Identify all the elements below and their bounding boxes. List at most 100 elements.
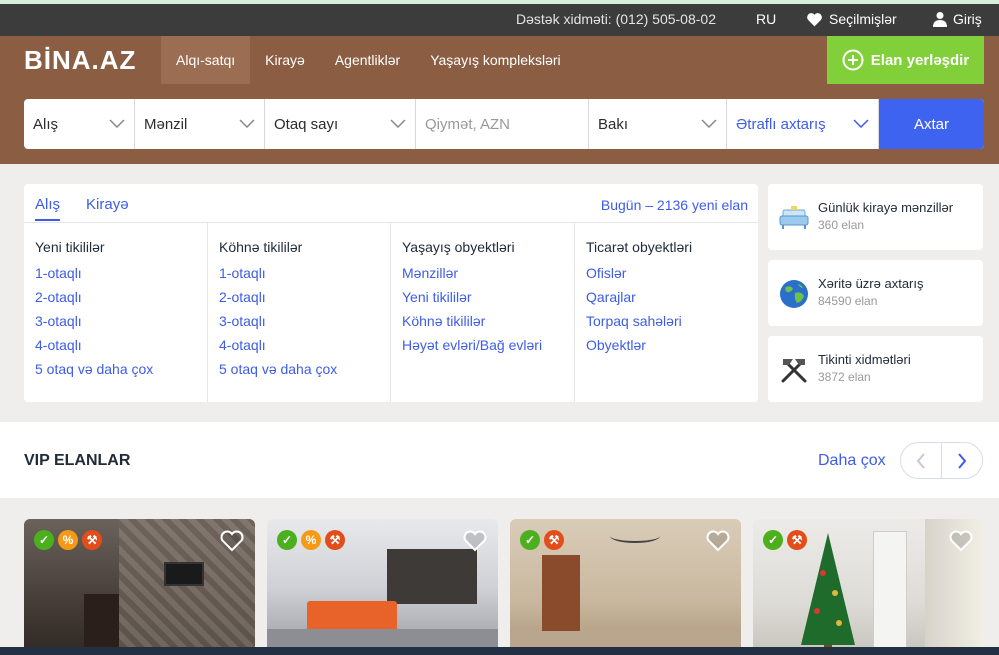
tools-icon <box>781 359 807 383</box>
favorites-link[interactable]: Seçilmişlər <box>806 11 897 27</box>
category-link[interactable]: 4-otaqlı <box>35 337 196 353</box>
plus-circle-icon <box>842 49 864 71</box>
advanced-search-toggle[interactable]: Ətraflı axtarış <box>727 99 879 149</box>
category-link[interactable]: Qarajlar <box>586 289 747 305</box>
prev-arrow-button[interactable] <box>901 443 941 478</box>
main-header: BİNA.AZ Alqı-satqı Kirayə Agentliklər Ya… <box>0 36 999 84</box>
category-column-old-buildings: Köhnə tikililər 1-otaqlı 2-otaqlı 3-otaq… <box>208 223 391 402</box>
category-link[interactable]: 5 otaq və daha çox <box>35 361 196 377</box>
category-link[interactable]: 3-otaqlı <box>219 313 379 329</box>
category-link[interactable]: 1-otaqlı <box>219 265 379 281</box>
vip-listing-card[interactable]: ✓ % ⚒ <box>24 519 255 655</box>
favorites-label: Seçilmişlər <box>829 11 897 27</box>
listing-photo-piano <box>84 594 119 655</box>
daily-rent-card[interactable]: Günlük kirayə mənzillər 360 elan <box>768 184 983 250</box>
listing-photo-wall-unit <box>387 549 477 604</box>
side-card-title: Günlük kirayə mənzillər <box>818 200 954 215</box>
category-link[interactable]: 2-otaqlı <box>219 289 379 305</box>
listing-badges: ✓ ⚒ <box>763 530 807 550</box>
nav-residential-complexes[interactable]: Yaşayış kompleksləri <box>415 36 575 84</box>
category-link[interactable]: Torpaq sahələri <box>586 313 747 329</box>
category-link[interactable]: Obyektlər <box>586 337 747 353</box>
chevron-down-icon <box>239 119 255 129</box>
hammer-badge-icon: ⚒ <box>787 530 807 550</box>
category-link[interactable]: Köhnə tikililər <box>402 313 563 329</box>
chevron-down-icon <box>853 119 869 129</box>
category-panel: Alış Kirayə Bugün – 2136 yeni elan Yeni … <box>24 184 758 402</box>
chevron-down-icon <box>109 119 125 129</box>
category-link[interactable]: 2-otaqlı <box>35 289 196 305</box>
deal-select[interactable]: Alış <box>24 99 135 149</box>
post-ad-button[interactable]: Elan yerləşdir <box>827 36 984 84</box>
support-phone: Dəstək xidməti: (012) 505-08-02 <box>516 11 716 27</box>
favorite-heart-icon[interactable] <box>219 529 245 553</box>
construction-services-card[interactable]: Tikinti xidmətləri 3872 elan <box>768 336 983 402</box>
favorite-heart-icon[interactable] <box>705 529 731 553</box>
sofa-icon <box>779 206 809 229</box>
deed-badge-icon: ✓ <box>520 530 540 550</box>
category-column-new-buildings: Yeni tikililər 1-otaqlı 2-otaqlı 3-otaql… <box>24 223 208 402</box>
favorite-heart-icon[interactable] <box>462 529 488 553</box>
category-link[interactable]: Ofislər <box>586 265 747 281</box>
search-bar: Alış Mənzil Otaq sayı Qiymət, AZN Bakı Ə… <box>24 99 984 149</box>
map-search-card[interactable]: Xəritə üzrə axtarış 84590 elan <box>768 260 983 326</box>
category-link[interactable]: 4-otaqlı <box>219 337 379 353</box>
nav-rent[interactable]: Kirayə <box>250 36 320 84</box>
os-taskbar <box>0 647 999 655</box>
listing-photo-door <box>873 531 907 655</box>
hammer-badge-icon: ⚒ <box>82 530 102 550</box>
user-icon <box>933 12 947 27</box>
next-arrow-button[interactable] <box>941 443 982 478</box>
deed-badge-icon: ✓ <box>34 530 54 550</box>
language-switch[interactable]: RU <box>756 11 776 27</box>
price-input[interactable]: Qiymət, AZN <box>416 99 589 149</box>
column-title: Yeni tikililər <box>35 239 105 255</box>
side-card-title: Xəritə üzrə axtarış <box>818 276 924 291</box>
column-title: Köhnə tikililər <box>219 239 303 255</box>
hammer-badge-icon: ⚒ <box>544 530 564 550</box>
rooms-select-value: Otaq sayı <box>274 115 339 133</box>
rooms-select[interactable]: Otaq sayı <box>265 99 416 149</box>
vip-more-link[interactable]: Daha çox <box>818 452 886 470</box>
listing-photo-christmas-tree <box>801 533 855 655</box>
city-select-value: Bakı <box>598 115 629 133</box>
category-link[interactable]: 3-otaqlı <box>35 313 196 329</box>
vip-title: VIP ELANLAR <box>24 452 131 469</box>
category-link[interactable]: Həyət evləri/Bağ evləri <box>402 337 563 353</box>
chevron-right-icon <box>958 452 967 469</box>
property-type-select[interactable]: Mənzil <box>135 99 265 149</box>
nav-buy-sell[interactable]: Alqı-satqı <box>161 36 251 84</box>
chevron-down-icon <box>701 119 717 129</box>
city-select[interactable]: Bakı <box>589 99 727 149</box>
property-type-value: Mənzil <box>144 115 188 133</box>
deed-badge-icon: ✓ <box>763 530 783 550</box>
listing-badges: ✓ ⚒ <box>520 530 564 550</box>
favorite-heart-icon[interactable] <box>948 529 974 553</box>
vip-listing-card[interactable]: ✓ ⚒ <box>510 519 741 655</box>
search-button[interactable]: Axtar <box>879 99 984 149</box>
vip-listing-card[interactable]: ✓ % ⚒ <box>267 519 498 655</box>
chevron-down-icon <box>390 119 406 129</box>
listing-photo-tv <box>164 562 204 586</box>
column-title: Ticarət obyektləri <box>586 239 693 255</box>
category-link[interactable]: 5 otaq və daha çox <box>219 361 379 377</box>
nav-agencies[interactable]: Agentliklər <box>320 36 415 84</box>
side-card-title: Tikinti xidmətləri <box>818 352 911 367</box>
category-link[interactable]: Mənzillər <box>402 265 563 281</box>
tab-buy[interactable]: Alış <box>35 196 61 221</box>
tab-rent[interactable]: Kirayə <box>86 196 129 221</box>
category-column-residential: Yaşayış obyektləri Mənzillər Yeni tikili… <box>391 223 575 402</box>
vip-listing-card[interactable]: ✓ ⚒ <box>753 519 984 655</box>
vip-carousel-controls <box>900 442 983 479</box>
column-title: Yaşayış obyektləri <box>402 239 515 255</box>
category-tabs: Alış Kirayə <box>35 196 129 221</box>
login-link[interactable]: Giriş <box>933 11 982 27</box>
post-ad-label: Elan yerləşdir <box>870 51 970 69</box>
site-logo[interactable]: BİNA.AZ <box>24 45 136 76</box>
category-link[interactable]: 1-otaqlı <box>35 265 196 281</box>
category-link[interactable]: Yeni tikililər <box>402 289 563 305</box>
side-card-count: 360 elan <box>818 218 865 232</box>
deed-badge-icon: ✓ <box>277 530 297 550</box>
percent-badge-icon: % <box>301 530 321 550</box>
today-new-ads-link[interactable]: Bugün – 2136 yeni elan <box>601 197 748 213</box>
